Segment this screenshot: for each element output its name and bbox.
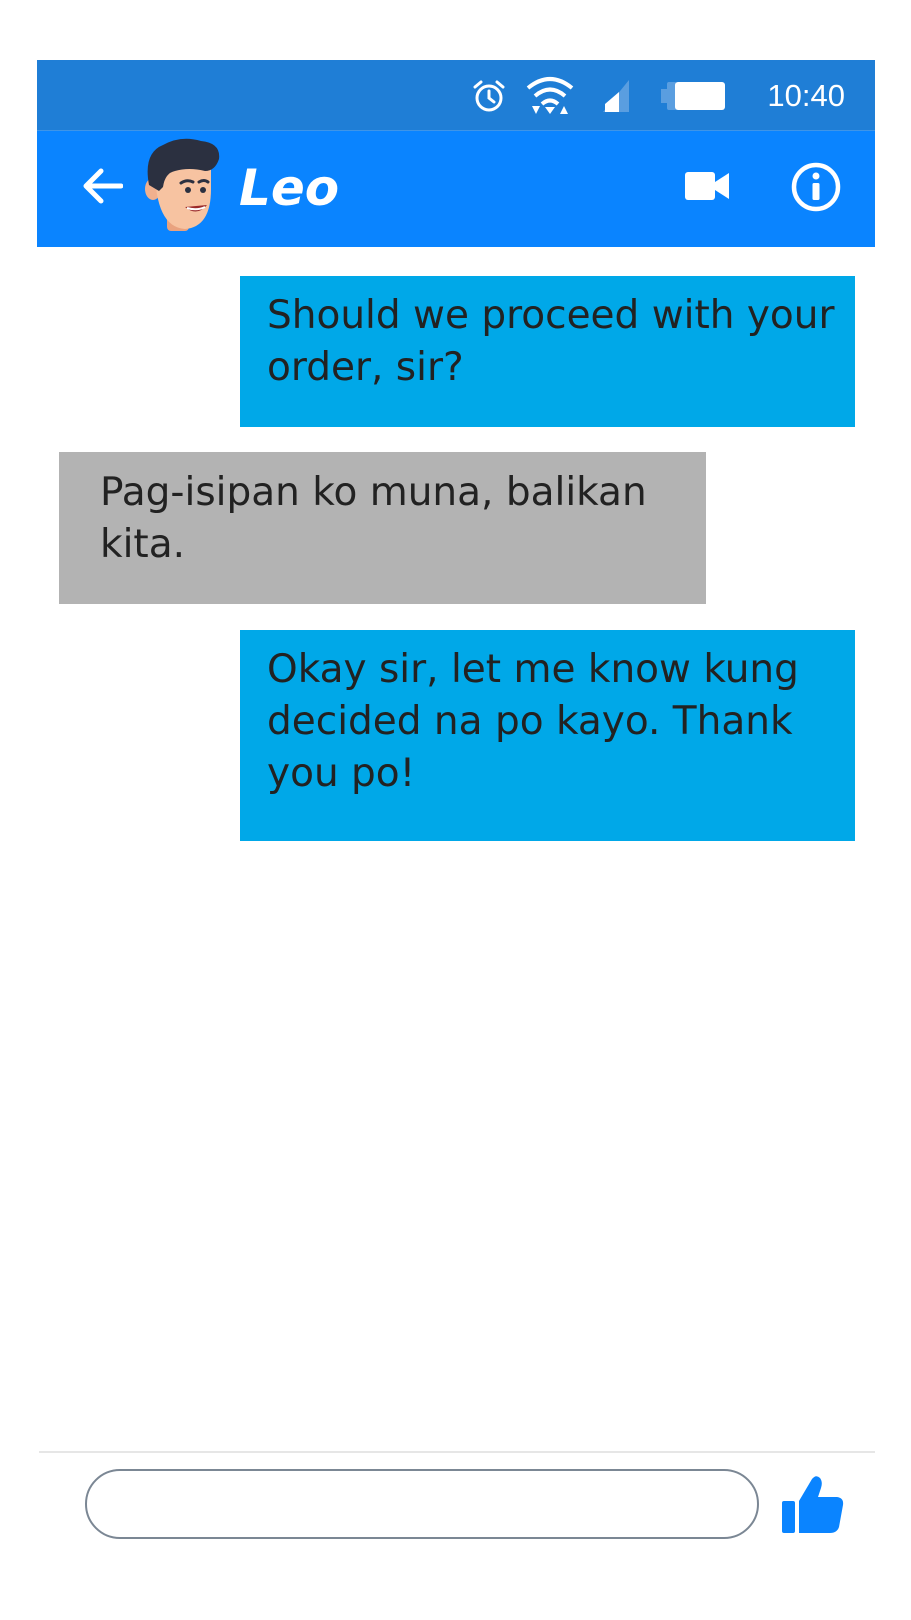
wifi-icon — [525, 60, 575, 131]
signal-icon — [599, 60, 633, 131]
info-button[interactable] — [789, 160, 843, 214]
message-text: Should we proceed with your order, sir? — [267, 293, 835, 390]
battery-icon — [661, 60, 727, 131]
message-text: Okay sir, let me know kung decided na po… — [267, 647, 799, 796]
back-button[interactable] — [77, 161, 127, 211]
contact-name[interactable]: Leo — [239, 153, 339, 223]
video-camera-icon — [685, 172, 729, 200]
like-button[interactable] — [780, 1472, 846, 1538]
alarm-icon — [469, 60, 509, 131]
message-text: Pag-isipan ko muna, balikan kita. — [100, 470, 647, 567]
status-bar: 10:40 — [37, 60, 875, 131]
video-call-button[interactable] — [682, 161, 732, 211]
chat-screen: 10:40 Leo Should we proceed with your or… — [0, 0, 911, 1620]
info-icon — [791, 162, 841, 212]
message-outgoing[interactable]: Should we proceed with your order, sir? — [240, 276, 855, 427]
composer-divider — [39, 1451, 875, 1453]
message-outgoing[interactable]: Okay sir, let me know kung decided na po… — [240, 630, 855, 841]
thumbs-up-icon — [782, 1476, 844, 1533]
chat-header: Leo — [37, 131, 875, 247]
message-incoming[interactable]: Pag-isipan ko muna, balikan kita. — [59, 452, 706, 604]
avatar[interactable] — [141, 137, 221, 237]
message-input[interactable] — [85, 1469, 759, 1539]
back-arrow-icon — [83, 168, 123, 204]
status-time: 10:40 — [767, 78, 845, 113]
